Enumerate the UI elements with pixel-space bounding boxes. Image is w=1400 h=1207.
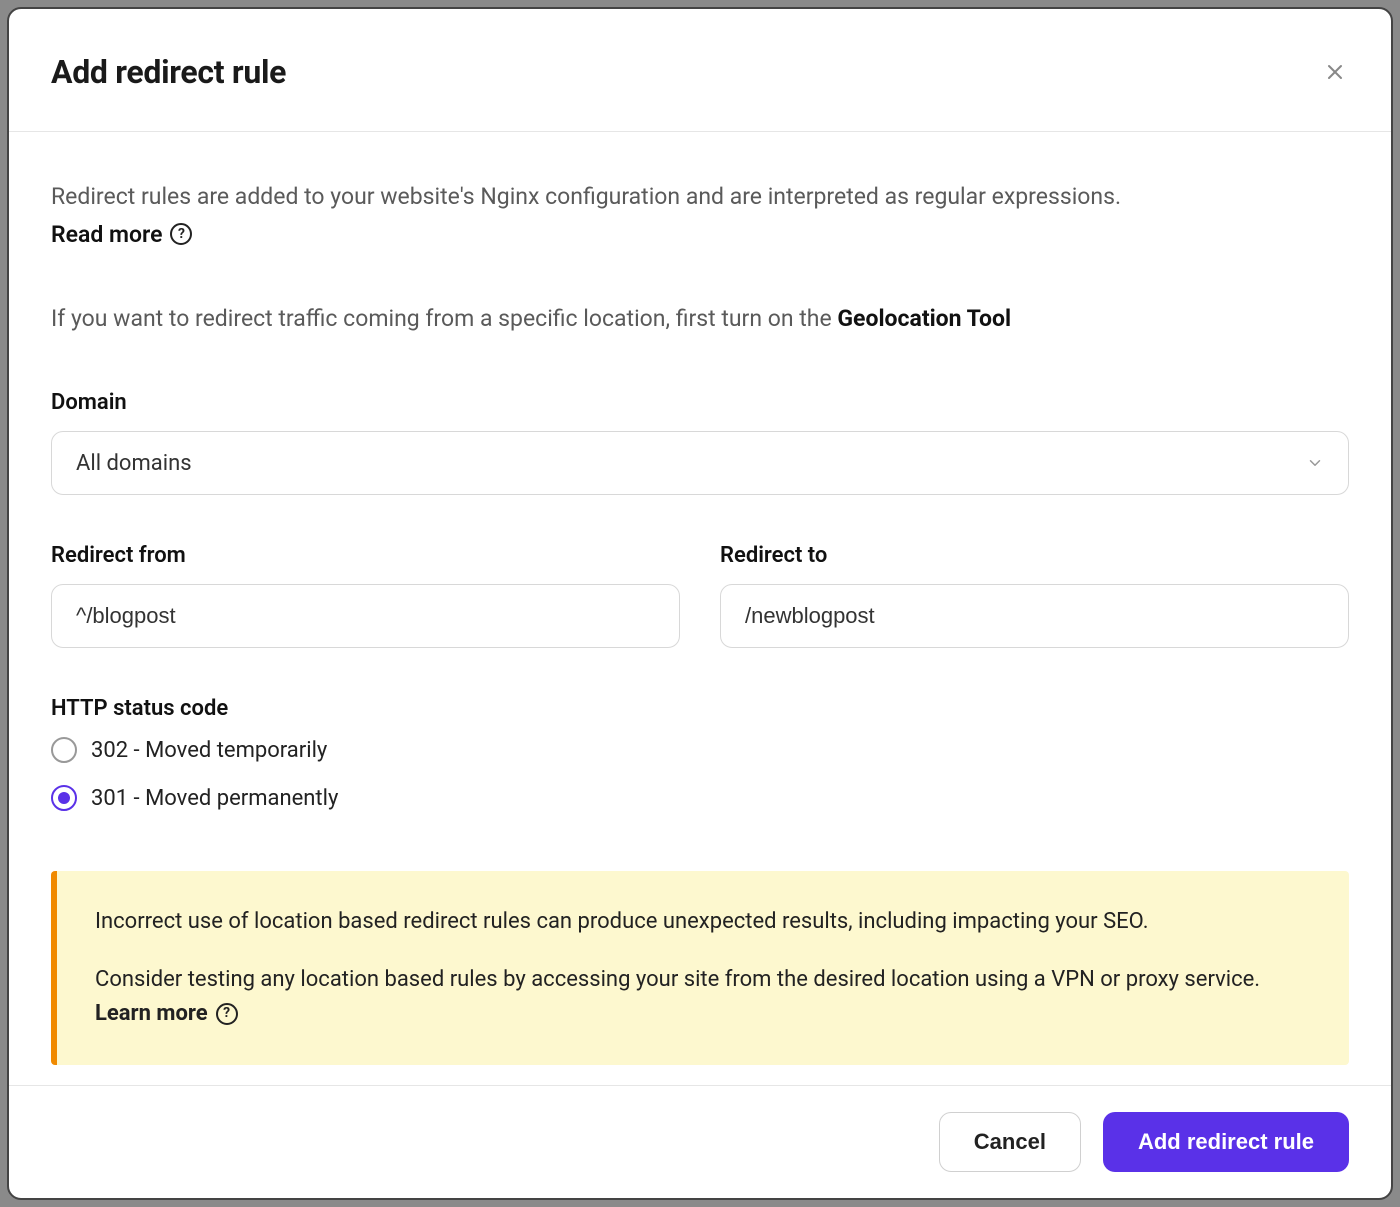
http-status-code-group: 302 - Moved temporarily 301 - Moved perm… bbox=[51, 737, 1349, 811]
modal-header: Add redirect rule bbox=[9, 9, 1391, 132]
geolocation-tool-link[interactable]: Geolocation Tool bbox=[837, 305, 1011, 332]
add-redirect-rule-button[interactable]: Add redirect rule bbox=[1103, 1112, 1349, 1172]
learn-more-link[interactable]: Learn more ? bbox=[95, 997, 238, 1031]
geolocation-hint: If you want to redirect traffic coming f… bbox=[51, 302, 1349, 337]
radio-icon bbox=[51, 737, 77, 763]
help-icon: ? bbox=[170, 223, 192, 245]
cancel-button[interactable]: Cancel bbox=[939, 1112, 1081, 1172]
domain-select-value: All domains bbox=[76, 451, 192, 476]
intro-text: Redirect rules are added to your website… bbox=[51, 180, 1349, 215]
warning-line-2-text: Consider testing any location based rule… bbox=[95, 967, 1260, 992]
warning-line-2: Consider testing any location based rule… bbox=[95, 963, 1311, 1031]
redirect-row: Redirect from Redirect to bbox=[51, 543, 1349, 648]
domain-label: Domain bbox=[51, 390, 1349, 415]
warning-banner: Incorrect use of location based redirect… bbox=[51, 871, 1349, 1065]
geolocation-hint-text: If you want to redirect traffic coming f… bbox=[51, 305, 837, 332]
read-more-label: Read more bbox=[51, 221, 162, 248]
redirect-from-label: Redirect from bbox=[51, 543, 680, 568]
radio-301[interactable]: 301 - Moved permanently bbox=[51, 785, 1349, 811]
redirect-from-input[interactable] bbox=[51, 584, 680, 648]
help-icon: ? bbox=[216, 1003, 238, 1025]
radio-301-label: 301 - Moved permanently bbox=[91, 786, 338, 811]
modal-title: Add redirect rule bbox=[51, 53, 286, 91]
radio-302[interactable]: 302 - Moved temporarily bbox=[51, 737, 1349, 763]
modal-footer: Cancel Add redirect rule bbox=[9, 1085, 1391, 1198]
close-icon bbox=[1325, 62, 1345, 82]
add-redirect-rule-modal: Add redirect rule Redirect rules are add… bbox=[7, 7, 1393, 1200]
radio-icon bbox=[51, 785, 77, 811]
redirect-to-input[interactable] bbox=[720, 584, 1349, 648]
chevron-down-icon bbox=[1306, 454, 1324, 472]
redirect-to-col: Redirect to bbox=[720, 543, 1349, 648]
close-button[interactable] bbox=[1321, 58, 1349, 86]
http-status-code-label: HTTP status code bbox=[51, 696, 1349, 721]
modal-body: Redirect rules are added to your website… bbox=[9, 132, 1391, 1085]
learn-more-label: Learn more bbox=[95, 997, 208, 1031]
redirect-from-col: Redirect from bbox=[51, 543, 680, 648]
domain-select[interactable]: All domains bbox=[51, 431, 1349, 495]
radio-302-label: 302 - Moved temporarily bbox=[91, 738, 327, 763]
redirect-to-label: Redirect to bbox=[720, 543, 1349, 568]
warning-line-1: Incorrect use of location based redirect… bbox=[95, 905, 1311, 939]
read-more-link[interactable]: Read more ? bbox=[51, 221, 192, 248]
